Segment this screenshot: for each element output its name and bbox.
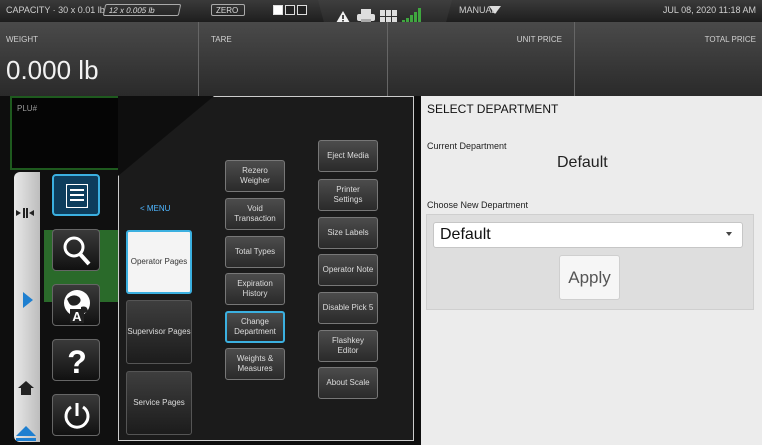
arrows-inward-icon bbox=[16, 208, 34, 218]
department-select-value: Default bbox=[440, 226, 491, 243]
total-price-panel: TOTAL PRICE bbox=[575, 22, 762, 96]
zero-text: ZERO bbox=[216, 6, 239, 15]
svg-text:A: A bbox=[72, 309, 82, 323]
current-department-value: Default bbox=[557, 154, 608, 171]
square-indicator-icon bbox=[273, 5, 283, 15]
caret-down-icon bbox=[726, 232, 732, 236]
home-icon[interactable] bbox=[18, 380, 34, 396]
power-button[interactable] bbox=[52, 394, 100, 436]
void-transaction-button[interactable]: Void Transaction bbox=[225, 198, 285, 230]
language-button[interactable]: A bbox=[52, 284, 100, 326]
size-labels-button[interactable]: Size Labels bbox=[318, 217, 378, 249]
capacity-text: CAPACITY · 30 x 0.01 lb bbox=[6, 5, 105, 15]
disable-pick5-button[interactable]: Disable Pick 5 bbox=[318, 292, 378, 324]
unit-price-label: UNIT PRICE bbox=[516, 35, 562, 44]
eject-media-button[interactable]: Eject Media bbox=[318, 140, 378, 172]
chevron-down-icon[interactable] bbox=[489, 6, 501, 14]
datetime-text: JUL 08, 2020 11:18 AM bbox=[662, 5, 756, 15]
svg-text:?: ? bbox=[67, 344, 87, 378]
rezero-weigher-button[interactable]: Rezero Weigher bbox=[225, 160, 285, 192]
operator-note-button[interactable]: Operator Note bbox=[318, 254, 378, 286]
search-button[interactable] bbox=[52, 229, 100, 271]
square-indicator-icon bbox=[285, 5, 295, 15]
about-scale-button[interactable]: About Scale bbox=[318, 367, 378, 399]
select-department-dialog: SELECT DEPARTMENT Current Department Def… bbox=[421, 96, 762, 445]
zero-indicator: ZERO bbox=[211, 4, 245, 16]
power-icon bbox=[64, 403, 90, 429]
weight-label: WEIGHT bbox=[6, 35, 38, 44]
service-pages-button[interactable]: Service Pages bbox=[126, 371, 192, 435]
total-types-button[interactable]: Total Types bbox=[225, 236, 285, 268]
expiration-history-button[interactable]: Expiration History bbox=[225, 273, 285, 305]
square-indicator-icon bbox=[297, 5, 307, 15]
search-icon bbox=[63, 236, 91, 266]
increment-box: 12 x 0.005 lb bbox=[102, 4, 182, 16]
status-bar: CAPACITY · 30 x 0.01 lb 12 x 0.005 lb ZE… bbox=[0, 0, 762, 30]
choose-department-label: Choose New Department bbox=[427, 200, 529, 210]
current-department-label: Current Department bbox=[427, 141, 507, 151]
department-select[interactable]: Default bbox=[433, 222, 743, 248]
eject-icon[interactable] bbox=[16, 426, 36, 442]
printer-settings-button[interactable]: Printer Settings bbox=[318, 179, 378, 211]
tare-label: TARE bbox=[211, 35, 232, 44]
menu-back-link[interactable]: < MENU bbox=[140, 204, 170, 213]
increment-text: 12 x 0.005 lb bbox=[107, 6, 156, 15]
operator-pages-button[interactable]: Operator Pages bbox=[126, 230, 192, 294]
help-button[interactable]: ? bbox=[52, 339, 100, 381]
tare-panel: TARE bbox=[199, 22, 388, 96]
weight-panel: WEIGHT 0.000 lb bbox=[0, 22, 199, 96]
weights-measures-button[interactable]: Weights & Measures bbox=[225, 348, 285, 380]
flashkey-editor-button[interactable]: Flashkey Editor bbox=[318, 330, 378, 362]
chevron-right-icon[interactable] bbox=[23, 292, 33, 308]
weight-value: 0.000 lb bbox=[6, 55, 99, 85]
change-department-button[interactable]: Change Department bbox=[225, 311, 285, 343]
globe-language-icon: A bbox=[64, 290, 90, 323]
help-icon: ? bbox=[67, 344, 87, 378]
supervisor-pages-button[interactable]: Supervisor Pages bbox=[126, 300, 192, 364]
unit-price-panel: UNIT PRICE bbox=[388, 22, 575, 96]
dialog-title: SELECT DEPARTMENT bbox=[427, 102, 559, 116]
list-button[interactable] bbox=[52, 174, 100, 216]
total-price-label: TOTAL PRICE bbox=[704, 35, 756, 44]
apply-button[interactable]: Apply bbox=[559, 255, 620, 300]
list-icon bbox=[66, 184, 88, 208]
plu-label: PLU# bbox=[17, 104, 38, 113]
